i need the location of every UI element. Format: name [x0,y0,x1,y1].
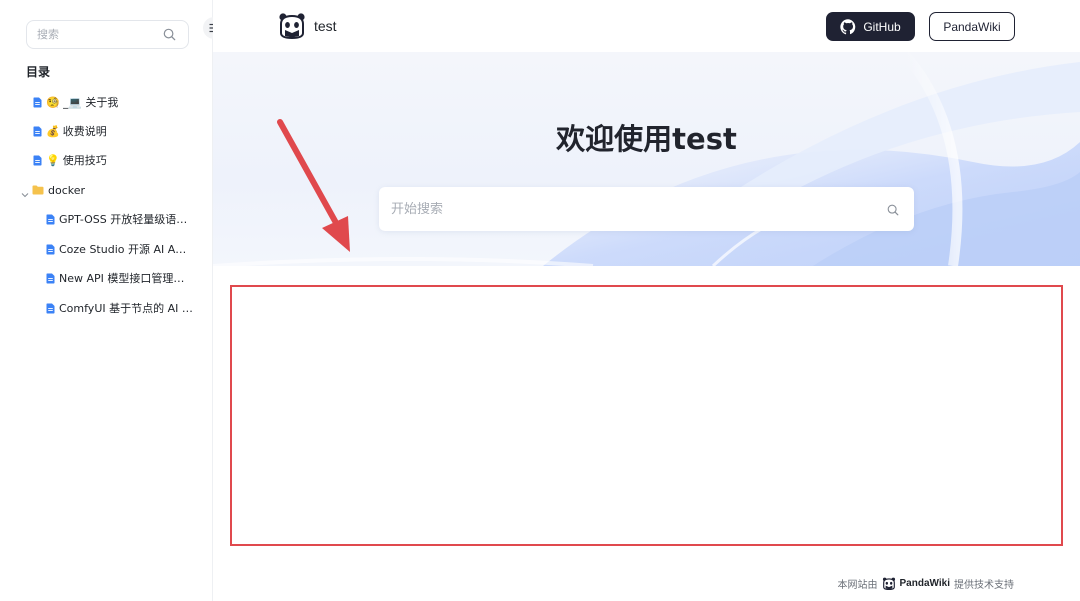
sidebar-item-coze-studio[interactable]: Coze Studio 开源 AI Agent 开发平台 [46,239,193,259]
sidebar-item-label: _💻 关于我 [62,96,119,109]
sidebar-item-new-api[interactable]: New API 模型接口管理与分发 [46,268,193,288]
sidebar-item-about[interactable]: 🧐 _💻 关于我 [33,92,203,112]
document-icon [46,273,55,283]
footer-suffix: 提供技术支持 [954,580,1014,591]
document-icon [33,155,42,165]
sidebar: 目录 🧐 _💻 关于我 💰 收费说明 💡 使用技巧 docker GPT-OSS… [0,0,213,601]
document-icon [46,214,55,224]
github-button-label: GitHub [863,19,901,34]
sidebar-item-comfyui[interactable]: ComfyUI 基于节点的 AI 绘图工具 [46,298,193,318]
chevron-down-icon[interactable] [21,186,29,204]
pandawiki-button[interactable]: PandaWiki [929,12,1015,41]
folder-icon [32,185,44,195]
sidebar-item-label: 收费说明 [62,125,107,138]
annotation-highlight-box [230,285,1063,546]
sidebar-item-label: ComfyUI 基于节点的 AI 绘图工具 [59,302,193,315]
document-icon [33,126,42,136]
document-icon [46,303,55,313]
sidebar-item-label: New API 模型接口管理与分发 [59,272,193,285]
sidebar-item-label: GPT-OSS 开放轻量级语言模型 [59,213,193,226]
face-emoji-icon: 🧐 [46,95,60,109]
sidebar-item-tips[interactable]: 💡 使用技巧 [33,150,203,170]
sidebar-search-input[interactable] [37,28,157,41]
toc-title: 目录 [26,65,51,79]
footer-brand-link[interactable]: PandaWiki [900,578,950,589]
sidebar-item-label: docker [48,183,86,197]
search-icon[interactable] [887,203,899,221]
search-icon[interactable] [163,28,176,46]
footer: 本网站由 PandaWiki 提供技术支持 [838,576,1014,591]
sidebar-folder-docker[interactable]: docker [32,180,202,200]
github-icon [840,18,856,34]
annotation-arrow-icon [277,119,350,252]
sidebar-search[interactable] [26,20,189,49]
light-bulb-emoji-icon: 💡 [46,153,60,167]
sidebar-item-pricing[interactable]: 💰 收费说明 [33,121,203,141]
footer-prefix: 本网站由 [837,580,878,591]
money-bag-emoji-icon: 💰 [46,124,60,138]
sidebar-item-gpt-oss[interactable]: GPT-OSS 开放轻量级语言模型 [46,209,193,229]
document-icon [33,97,42,107]
hero-search-input[interactable] [391,201,871,217]
sidebar-item-label: 使用技巧 [62,154,107,167]
sidebar-item-label: Coze Studio 开源 AI Agent 开发平台 [59,243,193,256]
hero-search-box[interactable] [379,187,914,231]
github-button[interactable]: GitHub [826,12,915,41]
top-header: test GitHub PandaWiki [213,0,1080,52]
panda-logo-icon[interactable] [278,12,306,44]
site-name[interactable]: test [314,18,337,34]
document-icon [46,244,55,254]
pandawiki-button-label: PandaWiki [943,19,1001,34]
panda-logo-icon [882,577,895,590]
